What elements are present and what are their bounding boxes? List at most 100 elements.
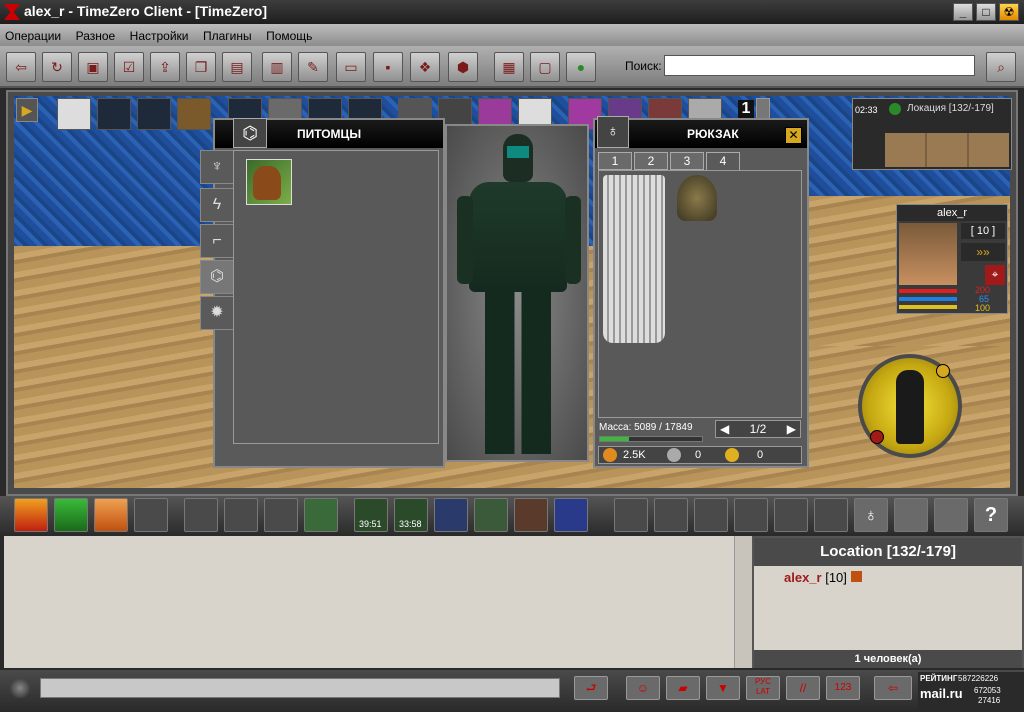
character-helmet[interactable] — [503, 134, 533, 182]
mail-icon[interactable] — [554, 498, 588, 532]
timer-action-2[interactable]: 33:58 — [394, 498, 428, 532]
location-minimap[interactable] — [885, 133, 1009, 167]
character-card: alex_r [ 10 ] »» ⌖ 200 65 100 — [896, 204, 1008, 314]
play-icon[interactable]: ▶ — [16, 98, 38, 122]
character-name[interactable]: alex_r — [897, 205, 1007, 221]
menu-help[interactable]: Помощь — [261, 24, 317, 43]
notes-icon[interactable]: ▤ — [222, 52, 252, 82]
folder-icon[interactable]: ▣ — [78, 52, 108, 82]
radar-dial[interactable] — [858, 354, 962, 458]
pet-slot-icon[interactable] — [177, 98, 211, 130]
chat-input[interactable] — [40, 678, 560, 698]
computer-icon[interactable]: ▢ — [530, 52, 560, 82]
target-icon[interactable]: ⌖ — [985, 265, 1005, 285]
menu-operations[interactable]: Операции — [0, 24, 66, 43]
inventory-window-icon[interactable] — [894, 498, 928, 532]
empty-slot[interactable] — [97, 98, 131, 130]
filter-icon[interactable]: ▼ — [706, 676, 740, 700]
money-bar: 2.5K 0 0 — [598, 446, 802, 464]
exit-icon[interactable]: ⇦ — [6, 52, 36, 82]
smiley-icon[interactable]: ☺ — [626, 676, 660, 700]
save-icon[interactable]: ▪ — [373, 52, 403, 82]
slashes-icon[interactable]: // — [786, 676, 820, 700]
send-icon[interactable]: ⮐ — [574, 676, 608, 700]
chat-log[interactable] — [4, 536, 752, 668]
crosshair-icon[interactable] — [614, 498, 648, 532]
menu-settings[interactable]: Настройки — [125, 24, 194, 43]
weapon-slot-2[interactable] — [184, 498, 218, 532]
book-icon[interactable] — [434, 498, 468, 532]
globe-icon[interactable]: ● — [566, 52, 596, 82]
radar-alert-icon[interactable] — [870, 430, 884, 444]
pet-item[interactable] — [246, 159, 292, 205]
tree-icon[interactable] — [734, 498, 768, 532]
refresh-icon[interactable]: ↻ — [42, 52, 72, 82]
search-button-icon[interactable]: ⌕ — [986, 52, 1016, 82]
item-pants[interactable] — [603, 175, 665, 343]
pager-prev-icon[interactable]: ◀ — [720, 421, 729, 437]
pets-panel-icon: ⌬ — [233, 118, 267, 148]
numbers-icon[interactable]: 123 — [826, 676, 860, 700]
user-list-item[interactable]: alex_r [10] — [784, 570, 862, 585]
swap-icon[interactable] — [654, 498, 688, 532]
chat-bubble-icon[interactable] — [814, 498, 848, 532]
backpack-close-button[interactable]: ✕ — [785, 127, 802, 144]
backpack-tab-4[interactable]: 4 — [706, 152, 740, 171]
minimize-button[interactable]: _ — [953, 3, 973, 21]
backpack-panel: РЮКЗАК ♁ ✕ 1 2 3 4 Масса: 5089 / 17849 ◀… — [593, 116, 809, 468]
briefcase-icon[interactable]: ▥ — [262, 52, 292, 82]
weapon-slot-3[interactable] — [224, 498, 258, 532]
pets-tab-energy[interactable]: ϟ — [200, 188, 234, 222]
search-input[interactable] — [664, 55, 975, 76]
upload-icon[interactable]: ⇪ — [150, 52, 180, 82]
character-armor[interactable] — [469, 182, 567, 292]
backpack-tab-3[interactable]: 3 — [670, 152, 704, 170]
empty-slot[interactable] — [137, 98, 171, 130]
item-helmet[interactable] — [677, 175, 717, 221]
help-icon[interactable]: ? — [974, 498, 1008, 532]
skull-slot-icon[interactable] — [57, 98, 91, 130]
user-name[interactable]: alex_r — [784, 570, 822, 585]
portrait-icon[interactable] — [514, 498, 548, 532]
edit-icon[interactable]: ✎ — [298, 52, 328, 82]
weapon-slot-1[interactable] — [134, 498, 168, 532]
chat-scrollbar[interactable] — [734, 536, 752, 668]
rifle-icon[interactable] — [264, 498, 298, 532]
window-icon[interactable]: ▭ — [336, 52, 366, 82]
backpack-pager: ◀ 1/2 ▶ — [715, 420, 801, 438]
radar-toggle-icon[interactable] — [936, 364, 950, 378]
fire-icon[interactable] — [14, 498, 48, 532]
mailru-logo[interactable]: mail.ru — [920, 686, 963, 701]
pets-tab-effects[interactable]: ✹ — [200, 296, 234, 330]
boxes-icon[interactable]: ⬢ — [448, 52, 478, 82]
heal-icon[interactable] — [54, 498, 88, 532]
pets-tab-character[interactable]: ♆ — [200, 150, 234, 184]
maximize-button[interactable]: □ — [976, 3, 996, 21]
stack-icon[interactable]: ❐ — [186, 52, 216, 82]
close-window-button[interactable]: ☢ — [999, 3, 1019, 21]
checklist-icon[interactable]: ☑ — [114, 52, 144, 82]
map-icon[interactable]: ▦ — [494, 52, 524, 82]
exit-arrow-icon[interactable] — [304, 498, 338, 532]
pets-tab-pets[interactable]: ⌬ — [200, 260, 234, 294]
status-indicator-icon[interactable] — [10, 678, 30, 698]
scene-icon[interactable] — [474, 498, 508, 532]
backpack-icon[interactable]: ♁ — [854, 498, 888, 532]
pets-tab-weapon[interactable]: ⌐ — [200, 224, 234, 258]
group-icon[interactable]: ❖ — [410, 52, 440, 82]
character-legs[interactable] — [485, 292, 551, 454]
pager-next-icon[interactable]: ▶ — [787, 421, 796, 437]
network-icon[interactable] — [774, 498, 808, 532]
fast-forward-icon[interactable] — [694, 498, 728, 532]
box-icon[interactable] — [94, 498, 128, 532]
menu-misc[interactable]: Разное — [71, 24, 121, 43]
backpack-tab-2[interactable]: 2 — [634, 152, 668, 170]
eraser-icon[interactable]: ▰ — [666, 676, 700, 700]
list-icon[interactable] — [934, 498, 968, 532]
logout-icon[interactable]: ⇦ — [874, 676, 912, 700]
backpack-tab-1[interactable]: 1 — [598, 152, 632, 170]
layout-switch-icon[interactable]: РУС LAT — [746, 676, 780, 700]
timer-action-1[interactable]: 39:51 — [354, 498, 388, 532]
avatar[interactable] — [899, 223, 957, 285]
menu-plugins[interactable]: Плагины — [198, 24, 257, 43]
